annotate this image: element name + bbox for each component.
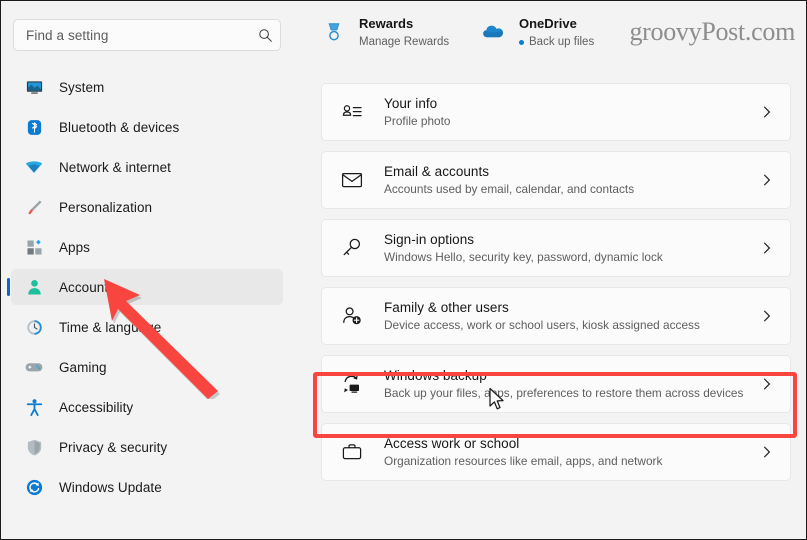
- onedrive-title: OneDrive: [519, 16, 577, 32]
- clock-icon: [23, 316, 45, 338]
- monitor-icon: [23, 76, 45, 98]
- card-subtitle: Organization resources like email, apps,…: [384, 454, 663, 469]
- sidebar-item-label: Windows Update: [59, 479, 162, 495]
- search-placeholder: Find a setting: [26, 27, 109, 43]
- sidebar-item-network-internet[interactable]: Network & internet: [11, 149, 283, 185]
- sidebar-item-label: System: [59, 79, 105, 95]
- sidebar-item-label: Privacy & security: [59, 439, 168, 455]
- cloud-icon: [481, 19, 507, 45]
- main-content: Rewards Manage Rewards OneDrive Back up …: [301, 1, 806, 539]
- accessibility-icon: [23, 396, 45, 418]
- search-input[interactable]: Find a setting: [13, 19, 281, 51]
- chevron-right-icon[interactable]: [758, 241, 776, 255]
- shield-icon: [23, 436, 45, 458]
- sidebar-item-label: Time & language: [59, 319, 162, 335]
- card-email-accounts[interactable]: Email & accounts Accounts used by email,…: [321, 151, 791, 209]
- bluetooth-icon: [23, 116, 45, 138]
- sidebar-item-label: Accessibility: [59, 399, 134, 415]
- card-title: Sign-in options: [384, 231, 475, 247]
- sidebar-item-gaming[interactable]: Gaming: [11, 349, 283, 385]
- card-title: Family & other users: [384, 299, 509, 315]
- onedrive-subtitle: Back up files: [519, 35, 594, 49]
- sidebar-item-system[interactable]: System: [11, 69, 283, 105]
- sidebar-item-label: Personalization: [59, 199, 153, 215]
- apps-grid-icon: [23, 236, 45, 258]
- chevron-right-icon[interactable]: [758, 445, 776, 459]
- sidebar-item-accounts[interactable]: Accounts: [7, 269, 283, 305]
- chevron-right-icon[interactable]: [758, 309, 776, 323]
- sidebar-item-bluetooth-devices[interactable]: Bluetooth & devices: [11, 109, 283, 145]
- sidebar-item-time-language[interactable]: Time & language: [11, 309, 283, 345]
- briefcase-icon: [338, 438, 366, 466]
- sidebar-item-label: Network & internet: [59, 159, 171, 175]
- chevron-right-icon[interactable]: [758, 173, 776, 187]
- rewards-subtitle: Manage Rewards: [359, 36, 450, 49]
- rewards-entry[interactable]: Rewards Manage Rewards: [321, 14, 481, 49]
- sidebar-nav: System Bluetooth & devices Network & int…: [1, 69, 301, 505]
- account-summary-row: Rewards Manage Rewards OneDrive Back up …: [321, 9, 801, 55]
- card-access-work-school[interactable]: Access work or school Organization resou…: [321, 423, 791, 481]
- sidebar-item-label: Gaming: [59, 359, 107, 375]
- card-subtitle: Accounts used by email, calendar, and co…: [384, 182, 635, 197]
- card-family-other-users[interactable]: Family & other users Device access, work…: [321, 287, 791, 345]
- wifi-icon: [23, 156, 45, 178]
- envelope-icon: [338, 166, 366, 194]
- onedrive-entry[interactable]: OneDrive Back up files: [481, 14, 594, 49]
- add-person-icon: [338, 302, 366, 330]
- sidebar-item-label: Accounts: [59, 279, 115, 295]
- sidebar: Find a setting System Bluetooth & device…: [1, 1, 301, 539]
- card-subtitle: Profile photo: [384, 114, 451, 129]
- backup-sync-icon: [338, 370, 366, 398]
- chevron-right-icon[interactable]: [758, 377, 776, 391]
- card-title: Your info: [384, 95, 438, 111]
- settings-card-list: Your info Profile photo Email & accounts…: [321, 83, 791, 491]
- settings-window: Find a setting System Bluetooth & device…: [0, 0, 807, 540]
- card-subtitle: Windows Hello, security key, password, d…: [384, 250, 663, 265]
- card-sign-in-options[interactable]: Sign-in options Windows Hello, security …: [321, 219, 791, 277]
- chevron-right-icon[interactable]: [758, 105, 776, 119]
- status-dot: [519, 40, 524, 45]
- card-title: Email & accounts: [384, 163, 490, 179]
- card-subtitle: Back up your files, apps, preferences to…: [384, 386, 744, 401]
- gamepad-icon: [23, 356, 45, 378]
- sidebar-item-personalization[interactable]: Personalization: [11, 189, 283, 225]
- person-icon: [23, 276, 45, 298]
- key-icon: [338, 234, 366, 262]
- search-icon[interactable]: [250, 28, 280, 43]
- paintbrush-icon: [23, 196, 45, 218]
- card-title: Windows backup: [384, 367, 487, 383]
- sidebar-item-privacy-security[interactable]: Privacy & security: [11, 429, 283, 465]
- sidebar-item-windows-update[interactable]: Windows Update: [11, 469, 283, 505]
- user-info-icon: [338, 98, 366, 126]
- sidebar-item-label: Apps: [59, 239, 90, 255]
- sidebar-item-accessibility[interactable]: Accessibility: [11, 389, 283, 425]
- card-your-info[interactable]: Your info Profile photo: [321, 83, 791, 141]
- watermark: groovyPost.com: [629, 17, 795, 46]
- update-icon: [23, 476, 45, 498]
- medal-icon: [321, 19, 347, 45]
- card-subtitle: Device access, work or school users, kio…: [384, 318, 700, 333]
- card-windows-backup[interactable]: Windows backup Back up your files, apps,…: [321, 355, 791, 413]
- sidebar-item-apps[interactable]: Apps: [11, 229, 283, 265]
- card-title: Access work or school: [384, 435, 520, 451]
- sidebar-item-label: Bluetooth & devices: [59, 119, 180, 135]
- rewards-title: Rewards: [359, 16, 414, 32]
